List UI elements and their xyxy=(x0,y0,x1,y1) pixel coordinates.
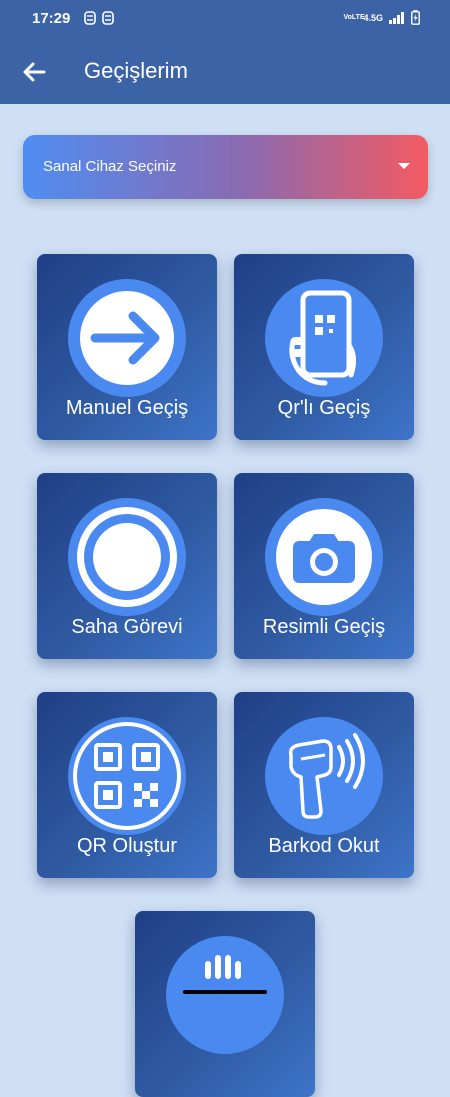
home-indicator[interactable] xyxy=(183,990,267,994)
signal-icon xyxy=(389,11,404,24)
back-button[interactable] xyxy=(18,56,50,88)
tile-label: Manuel Geçiş xyxy=(65,397,189,419)
barcode-scanner-icon xyxy=(288,733,365,819)
page-title: Geçişlerim xyxy=(84,58,188,83)
tile-label: QR Oluştur xyxy=(76,835,178,857)
tile-icon-circle xyxy=(265,279,383,397)
status-bar: 17:29 VoLTE 4.5G xyxy=(0,0,450,38)
tile-saha-gorevi[interactable]: Saha Görevi xyxy=(37,473,217,659)
device-select-dropdown[interactable]: Sanal Cihaz Seçiniz xyxy=(23,135,428,199)
status-indicators: VoLTE 4.5G xyxy=(343,10,420,25)
notification-icon xyxy=(102,11,114,25)
arrow-right-icon xyxy=(80,291,174,385)
tile-qrli-gecis[interactable]: Qr'lı Geçiş xyxy=(234,254,414,440)
tile-icon-circle xyxy=(68,279,186,397)
tile-manuel-gecis[interactable]: Manuel Geçiş xyxy=(37,254,217,440)
tile-label: Qr'lı Geçiş xyxy=(277,397,371,419)
battery-icon xyxy=(411,10,420,25)
status-notification-icons xyxy=(84,11,114,25)
tile-label: Resimli Geçiş xyxy=(262,616,386,638)
volte-indicator: VoLTE xyxy=(343,13,365,21)
tile-partial[interactable] xyxy=(135,911,315,1097)
status-time: 17:29 xyxy=(32,10,71,27)
chevron-down-icon xyxy=(398,163,410,169)
notification-icon xyxy=(84,11,96,25)
device-select-label: Sanal Cihaz Seçiniz xyxy=(43,158,177,175)
tile-icon-circle xyxy=(265,717,383,835)
arrow-left-icon xyxy=(23,62,46,82)
qr-phone-icon xyxy=(289,290,357,386)
tile-qr-olustur[interactable]: QR Oluştur xyxy=(37,692,217,878)
qr-code-icon xyxy=(73,722,181,830)
tile-icon-circle xyxy=(68,498,186,616)
tile-label: Saha Görevi xyxy=(71,616,183,638)
tile-icon-circle xyxy=(68,717,186,835)
tile-label: Barkod Okut xyxy=(268,835,380,857)
tile-resimli-gecis[interactable]: Resimli Geçiş xyxy=(234,473,414,659)
camera-icon xyxy=(276,509,372,605)
tile-barkod-okut[interactable]: Barkod Okut xyxy=(234,692,414,878)
hand-icon xyxy=(205,955,241,979)
tile-icon-circle xyxy=(166,936,284,1054)
app-bar: Geçişlerim xyxy=(0,38,450,104)
record-circle-icon xyxy=(77,507,177,607)
tile-icon-circle xyxy=(265,498,383,616)
network-type: 4.5G xyxy=(363,12,383,23)
